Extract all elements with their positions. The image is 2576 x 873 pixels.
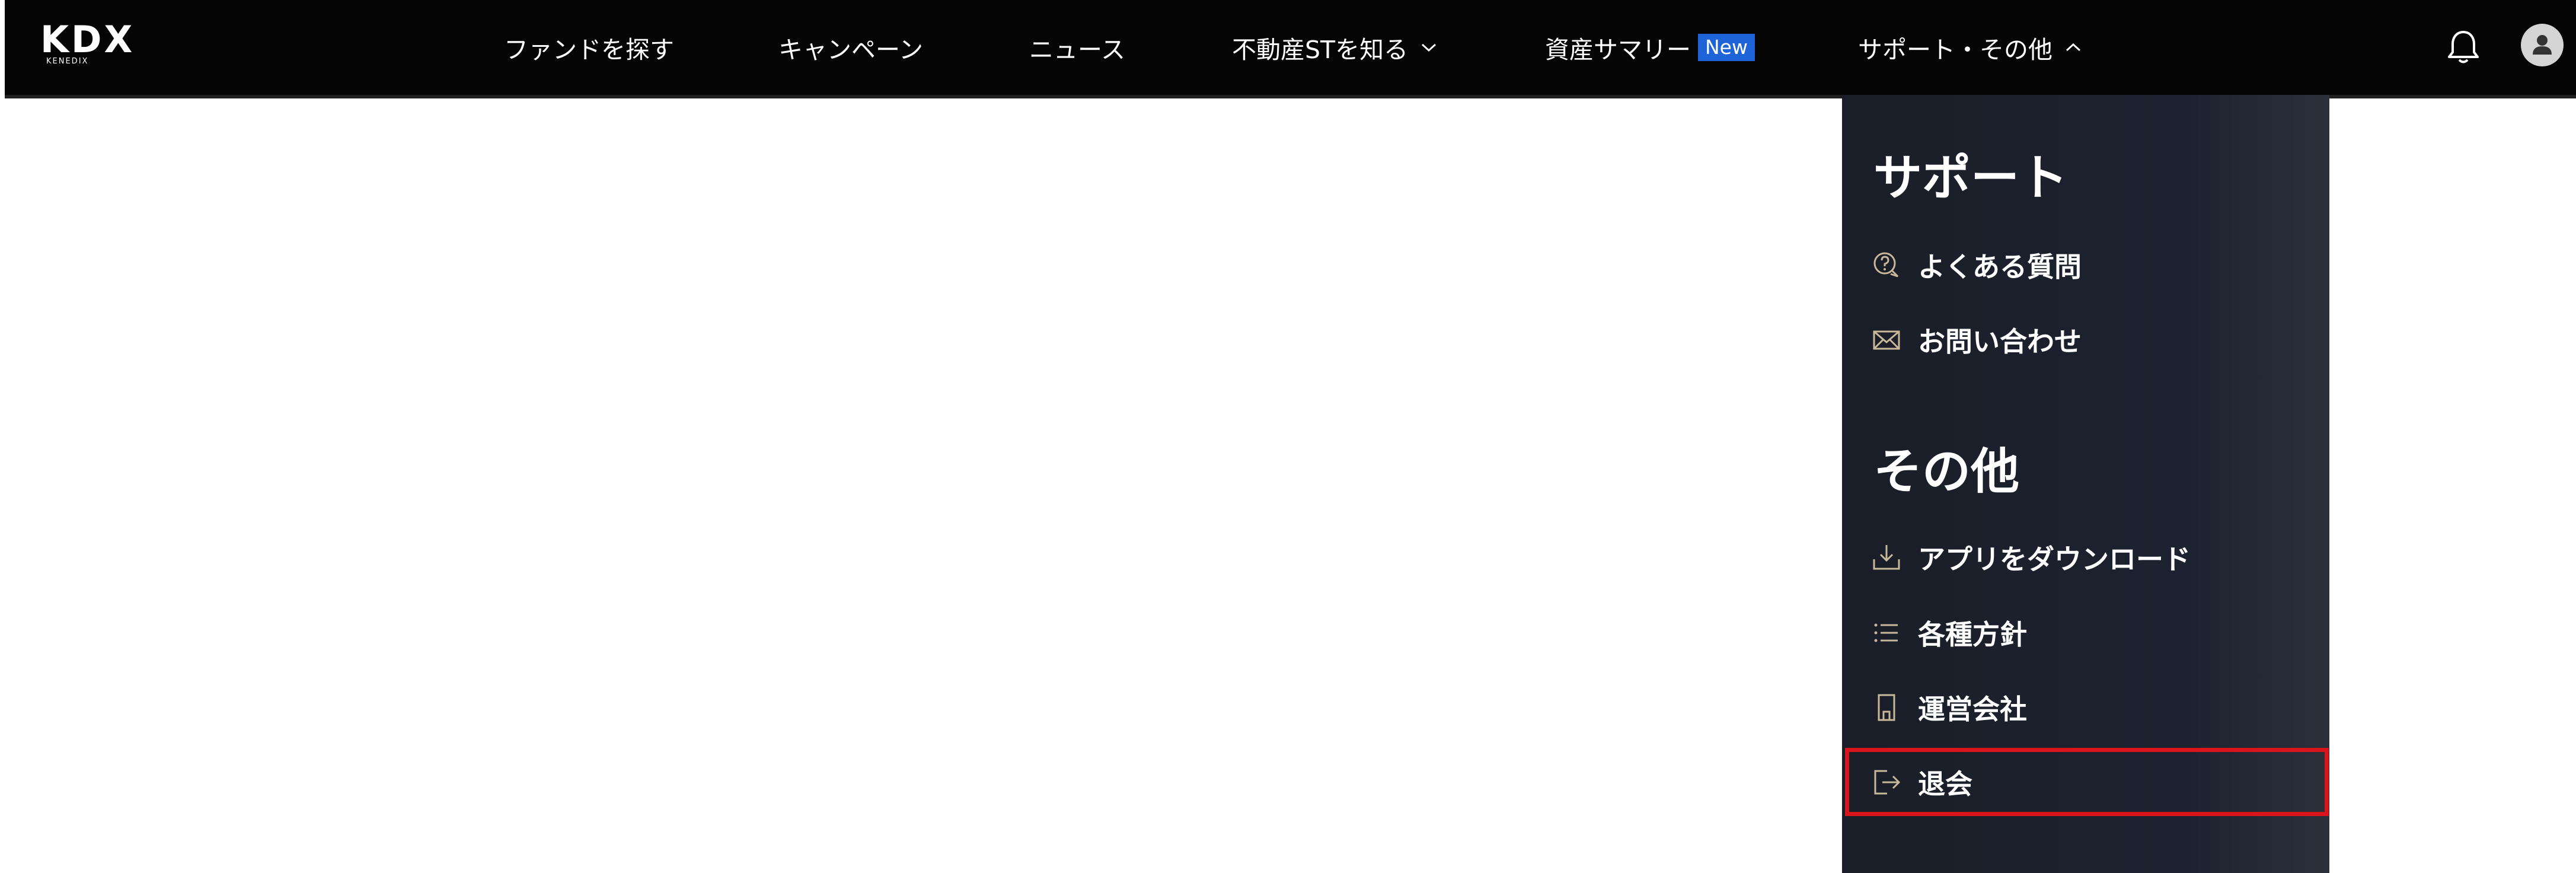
nav-campaign-label: キャンペーン (778, 36, 923, 64)
support-section-title: サポート (1873, 149, 2069, 206)
faq-bubble-icon (1870, 249, 1903, 281)
nav-asset-summary[interactable]: 資産サマリー New (1545, 0, 1755, 95)
highlight-box (1845, 748, 2329, 816)
bell-icon[interactable] (2446, 27, 2481, 66)
logo-main-text: KDX (40, 18, 135, 61)
nav-support-other[interactable]: サポート・その他 (1858, 0, 2082, 95)
nav-asset-summary-label: 資産サマリー (1545, 36, 1691, 64)
user-avatar-icon[interactable] (2521, 24, 2564, 66)
kdx-logo[interactable]: KDX KENEDIX (40, 18, 135, 66)
nav-support-other-label: サポート・その他 (1858, 36, 2052, 64)
menu-item-contact-label: お問い合わせ (1918, 326, 2082, 358)
download-icon (1870, 541, 1903, 573)
menu-item-download-app[interactable]: アプリをダウンロード (1870, 534, 2191, 581)
nav-news[interactable]: ニュース (1029, 0, 1125, 95)
menu-item-faq-label: よくある質問 (1918, 251, 2082, 283)
new-badge: New (1698, 34, 1755, 61)
menu-item-faq[interactable]: よくある質問 (1870, 241, 2082, 289)
building-icon (1870, 692, 1903, 724)
menu-item-operating-company[interactable]: 運営会社 (1870, 684, 2027, 731)
menu-item-download-app-label: アプリをダウンロード (1918, 543, 2191, 575)
menu-item-contact[interactable]: お問い合わせ (1870, 316, 2082, 364)
other-section-title: その他 (1873, 443, 2020, 500)
menu-item-policies[interactable]: 各種方針 (1870, 609, 2027, 657)
nav-news-label: ニュース (1029, 36, 1125, 64)
list-icon (1870, 617, 1903, 649)
menu-item-policies-label: 各種方針 (1918, 619, 2027, 651)
nav-find-funds[interactable]: ファンドを探す (504, 0, 674, 95)
chevron-up-icon (2064, 42, 2082, 53)
nav-campaign[interactable]: キャンペーン (778, 0, 923, 95)
menu-item-operating-company-label: 運営会社 (1918, 693, 2027, 725)
mail-icon (1870, 324, 1903, 356)
nav-find-funds-label: ファンドを探す (504, 36, 674, 64)
nav-learn-real-estate-st[interactable]: 不動産STを知る (1232, 0, 1438, 95)
nav-learn-real-estate-st-label: 不動産STを知る (1232, 36, 1409, 64)
chevron-down-icon (1420, 42, 1438, 53)
